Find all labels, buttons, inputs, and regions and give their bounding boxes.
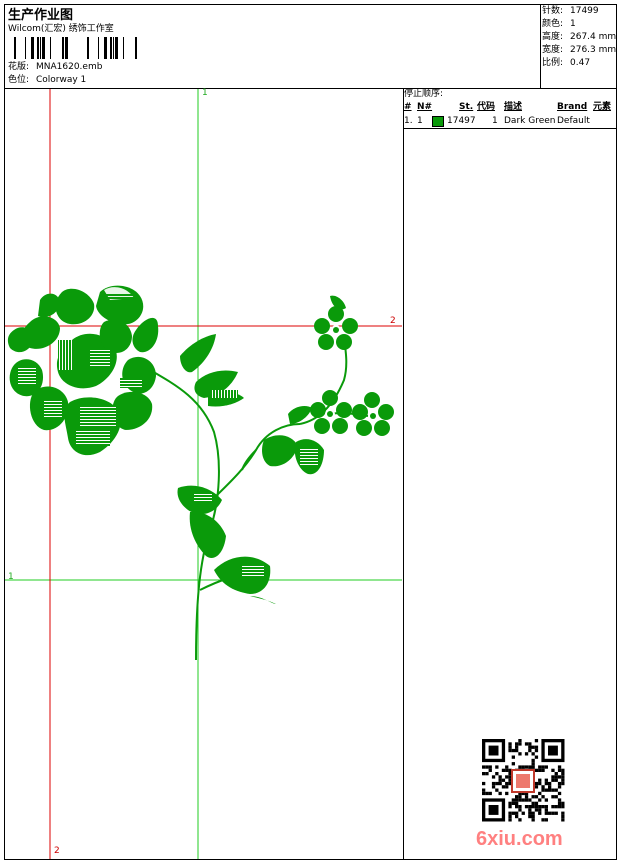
guide-label-top: 1 [202,88,208,98]
small-flower-top [314,306,358,350]
embroidery-canvas [5,89,565,859]
guide-label-bottom: 2 [54,846,60,856]
small-flower-middle [310,390,352,434]
red-seal-stamp [511,769,535,793]
guide-label-right: 2 [390,316,396,326]
guide-label-left: 1 [8,572,14,582]
watermark-text: 6xiu.com [476,828,563,850]
small-flower-right [352,392,394,436]
